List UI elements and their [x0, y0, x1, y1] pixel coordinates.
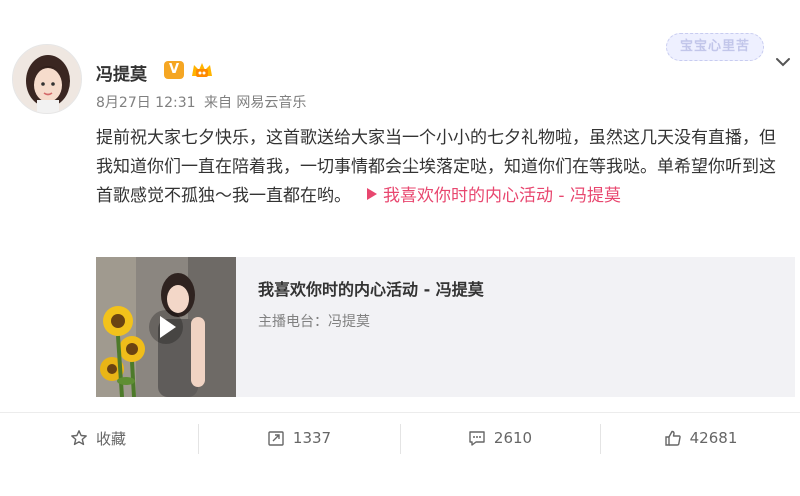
card-badge: 宝宝心里苦 — [666, 33, 764, 61]
comment-button[interactable]: 2610 — [401, 418, 599, 458]
repost-button[interactable]: 1337 — [199, 418, 399, 458]
avatar[interactable] — [12, 44, 82, 114]
weibo-post-card: 冯提莫 V 8月27日 12:31 来自 网易云音乐 宝宝心里苦 提前祝大家七夕… — [0, 0, 800, 496]
star-icon — [71, 430, 87, 446]
comment-count: 2610 — [493, 429, 533, 447]
song-link-text[interactable]: 我喜欢你时的内心活动 - 冯提莫 — [383, 186, 621, 206]
post-time[interactable]: 8月27日 12:31 — [96, 95, 196, 111]
verified-icon: V — [164, 61, 184, 79]
music-subtitle: 主播电台：冯提莫 — [258, 314, 370, 330]
music-card[interactable]: 我喜欢你时的内心活动 - 冯提莫 主播电台：冯提莫 — [96, 257, 795, 397]
crown-member-icon — [190, 60, 214, 80]
divider — [0, 412, 800, 413]
repost-count: 1337 — [292, 429, 332, 447]
favorite-label: 收藏 — [95, 429, 126, 448]
music-cover-image[interactable] — [96, 257, 236, 397]
like-count: 42681 — [689, 429, 738, 447]
like-button[interactable]: 42681 — [601, 418, 800, 458]
song-link[interactable]: 我喜欢你时的内心活动 - 冯提莫 — [351, 186, 621, 206]
post-body: 提前祝大家七夕快乐，这首歌送给大家当一个小小的七夕礼物啦，虽然这几天没有直播，但… — [96, 124, 786, 211]
play-link-icon — [367, 188, 377, 200]
comment-icon — [469, 431, 485, 446]
username[interactable]: 冯提莫 — [96, 60, 147, 85]
repost-icon — [268, 431, 284, 446]
chevron-down-icon[interactable] — [774, 54, 792, 68]
post-meta: 8月27日 12:31 来自 网易云音乐 — [96, 92, 310, 112]
thumbs-up-icon — [664, 430, 681, 446]
favorite-button[interactable]: 收藏 — [0, 418, 196, 458]
post-source: 来自 网易云音乐 — [203, 95, 307, 111]
music-title[interactable]: 我喜欢你时的内心活动 - 冯提莫 — [258, 276, 484, 300]
